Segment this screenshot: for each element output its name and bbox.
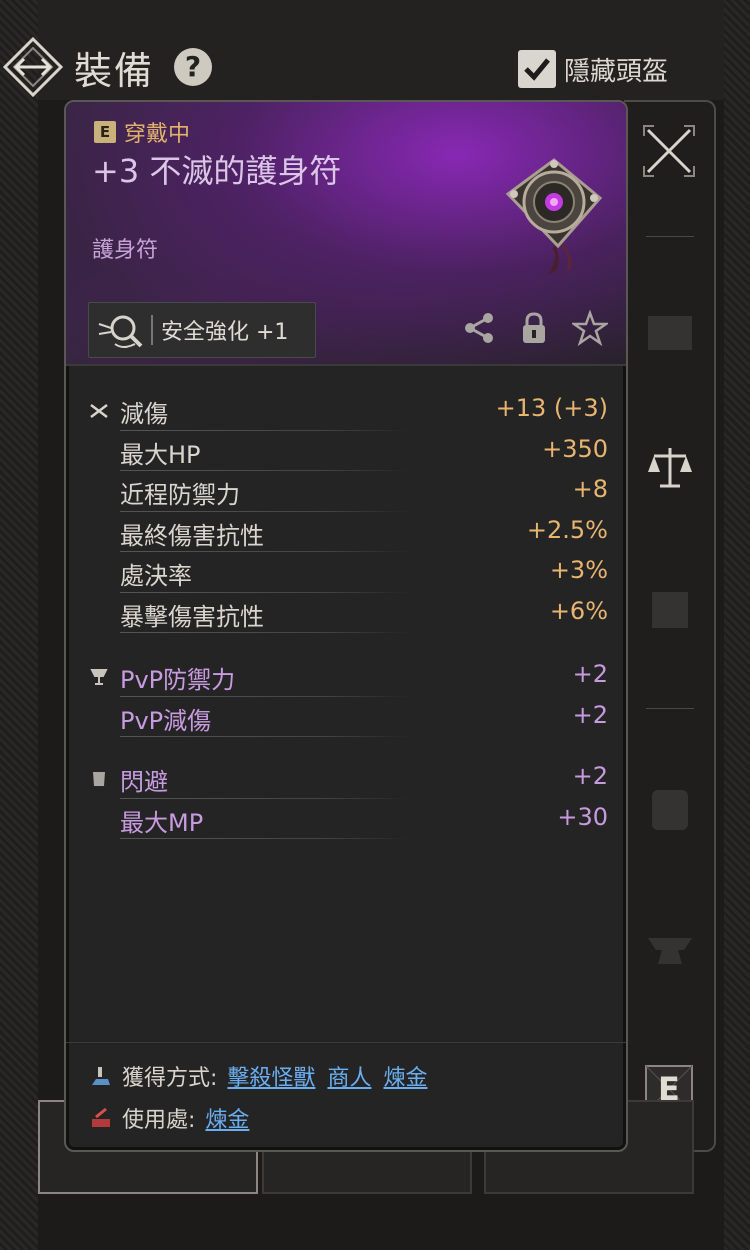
usage-methods: 使用處: 煉金 <box>88 1102 261 1134</box>
stat-row: PvP減傷 +2 <box>88 697 608 737</box>
help-icon[interactable]: ? <box>174 48 212 86</box>
stat-value: +30 <box>557 802 608 831</box>
amulet-icon <box>494 154 614 274</box>
stat-name: 最大MP <box>120 808 204 837</box>
stat-name: 最終傷害抗性 <box>120 521 264 550</box>
favorite-star-icon[interactable] <box>570 309 610 347</box>
slot-divider <box>646 236 694 237</box>
stat-value: +6% <box>549 596 608 625</box>
stat-value: +2 <box>572 660 608 688</box>
stat-name: 最大HP <box>120 440 201 469</box>
safe-enhance-button[interactable]: 安全強化 +1 <box>88 302 316 358</box>
magnifier-icon <box>89 303 151 357</box>
stat-name: PvP防禦力 <box>120 666 236 694</box>
stat-name: 處決率 <box>120 562 192 590</box>
footer-divider <box>66 1042 626 1043</box>
obtain-icon <box>92 1067 110 1085</box>
section-divider <box>66 364 626 366</box>
book-slot-icon[interactable] <box>644 584 696 636</box>
stat-row: 減傷 +13 (+3) <box>88 390 608 431</box>
extra-stats: 閃避 +2 最大MP +30 <box>88 758 608 839</box>
stat-value: +350 <box>542 434 608 463</box>
share-icon[interactable] <box>462 310 498 346</box>
equipped-badge: E 穿戴中 <box>94 116 190 148</box>
obtain-link-merchant[interactable]: 商人 <box>327 1060 371 1092</box>
crossed-swords-icon <box>90 404 108 418</box>
obtain-label: 獲得方式: <box>122 1066 218 1091</box>
checkmark-icon <box>524 58 550 81</box>
stat-value: +2 <box>572 762 608 790</box>
anvil-slot-icon[interactable] <box>644 924 696 976</box>
stat-value: +8 <box>572 475 608 503</box>
main-stats: 減傷 +13 (+3) 最大HP +350 近程防禦力 +8 最終傷害抗性 +2… <box>88 390 608 633</box>
pvp-stats: PvP防禦力 +2 PvP減傷 +2 <box>88 656 608 737</box>
item-type: 護身符 <box>92 238 159 263</box>
stat-row: 閃避 +2 <box>88 758 608 799</box>
hide-helmet-label: 隱藏頭盔 <box>564 56 669 87</box>
hide-helmet-toggle[interactable]: 隱藏頭盔 <box>518 50 668 88</box>
item-detail-panel: E 穿戴中 +3 不滅的護身符 護身符 安全強化 +1 減傷 +13 (+3) … <box>64 100 628 1152</box>
obtain-link-alchemy[interactable]: 煉金 <box>383 1060 427 1092</box>
item-name: +3 不滅的護身符 <box>92 152 342 190</box>
armor-slot-icon[interactable] <box>644 784 696 836</box>
stat-name: PvP減傷 <box>120 706 212 735</box>
scroll-icon <box>93 772 105 786</box>
stat-name: 近程防禦力 <box>120 481 240 509</box>
page-title: 裝備 <box>74 49 155 93</box>
stat-name: 閃避 <box>120 768 168 796</box>
lock-icon[interactable] <box>516 310 552 346</box>
stat-name: 減傷 <box>120 400 168 428</box>
usage-link-alchemy[interactable]: 煉金 <box>205 1102 249 1134</box>
equipped-e-icon: E <box>94 121 116 143</box>
stat-value: +3% <box>549 556 608 584</box>
trophy-icon <box>90 669 108 685</box>
stat-row: 最大HP +350 <box>88 431 608 471</box>
stat-row: 近程防禦力 +8 <box>88 471 608 512</box>
stat-row: PvP防禦力 +2 <box>88 656 608 697</box>
equipped-label: 穿戴中 <box>124 122 191 147</box>
stat-row: 暴擊傷害抗性 +6% <box>88 593 608 633</box>
chest-slot-icon[interactable] <box>644 306 696 358</box>
stat-row: 處決率 +3% <box>88 552 608 593</box>
close-icon[interactable] <box>640 122 698 180</box>
usage-label: 使用處: <box>122 1108 196 1133</box>
slot-divider <box>646 708 694 709</box>
back-arrow-icon[interactable] <box>2 36 64 98</box>
background-frame-right <box>724 0 750 1250</box>
stat-row: 最終傷害抗性 +2.5% <box>88 512 608 552</box>
hide-helmet-checkbox[interactable] <box>518 50 556 88</box>
scales-icon[interactable] <box>644 442 696 494</box>
obtain-link-monster[interactable]: 擊殺怪獸 <box>227 1060 315 1092</box>
usage-icon <box>92 1107 110 1127</box>
stat-value: +2 <box>572 700 608 729</box>
stat-row: 最大MP +30 <box>88 799 608 839</box>
background-frame-left <box>0 0 38 1250</box>
safe-enhance-label: 安全強化 +1 <box>161 320 289 345</box>
stat-name: 暴擊傷害抗性 <box>120 602 264 631</box>
stat-value: +13 (+3) <box>495 394 608 422</box>
stat-value: +2.5% <box>526 515 608 544</box>
obtain-methods: 獲得方式: 擊殺怪獸 商人 煉金 <box>88 1060 439 1092</box>
